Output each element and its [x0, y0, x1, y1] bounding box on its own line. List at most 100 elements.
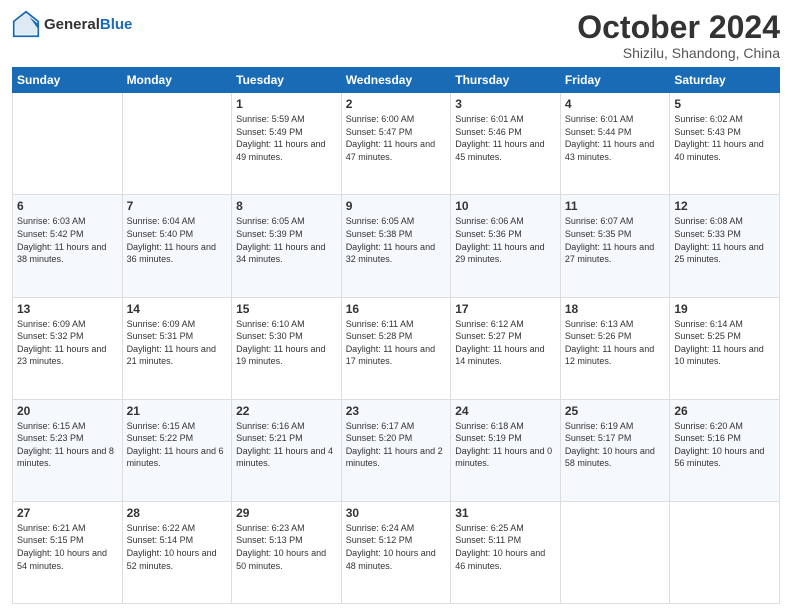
day-number: 29 — [236, 506, 337, 520]
day-number: 10 — [455, 199, 556, 213]
daylight-text: Daylight: 11 hours and 17 minutes. — [346, 343, 447, 368]
cell-content: Sunrise: 6:15 AMSunset: 5:23 PMDaylight:… — [17, 420, 118, 470]
table-row: 2Sunrise: 6:00 AMSunset: 5:47 PMDaylight… — [341, 93, 451, 195]
sunrise-text: Sunrise: 6:04 AM — [127, 215, 228, 228]
sunrise-text: Sunrise: 6:09 AM — [127, 318, 228, 331]
table-row: 19Sunrise: 6:14 AMSunset: 5:25 PMDayligh… — [670, 297, 780, 399]
daylight-text: Daylight: 11 hours and 4 minutes. — [236, 445, 337, 470]
title-block: October 2024 Shizilu, Shandong, China — [577, 10, 780, 61]
daylight-text: Daylight: 11 hours and 36 minutes. — [127, 241, 228, 266]
day-number: 25 — [565, 404, 666, 418]
sunrise-text: Sunrise: 6:01 AM — [455, 113, 556, 126]
table-row — [13, 93, 123, 195]
cell-content: Sunrise: 6:17 AMSunset: 5:20 PMDaylight:… — [346, 420, 447, 470]
sunset-text: Sunset: 5:46 PM — [455, 126, 556, 139]
daylight-text: Daylight: 11 hours and 27 minutes. — [565, 241, 666, 266]
table-row: 5Sunrise: 6:02 AMSunset: 5:43 PMDaylight… — [670, 93, 780, 195]
day-number: 7 — [127, 199, 228, 213]
table-row: 3 Sunrise: 6:01 AMSunset: 5:46 PMDaylight… — [451, 93, 561, 195]
sunrise-text: Sunrise: 6:00 AM — [346, 113, 447, 126]
sunset-text: Sunset: 5:33 PM — [674, 228, 775, 241]
daylight-text: Daylight: 11 hours and 32 minutes. — [346, 241, 447, 266]
table-row: 15 Sunrise: 6:10 AMSunset: 5:30 PMDayligh… — [232, 297, 342, 399]
day-number: 16 — [346, 302, 447, 316]
sunrise-text: Sunrise: 6:15 AM — [17, 420, 118, 433]
sunrise-text: Sunrise: 6:24 AM — [346, 522, 447, 535]
sunrise-text: Sunrise: 6:23 AM — [236, 522, 337, 535]
calendar-week-3: 20Sunrise: 6:15 AMSunset: 5:23 PMDayligh… — [13, 399, 780, 501]
cell-content: Sunrise: 6:04 AMSunset: 5:40 PMDaylight:… — [127, 215, 228, 265]
sunset-text: Sunset: 5:44 PM — [565, 126, 666, 139]
cell-content: Sunrise: 6:23 AMSunset: 5:13 PMDaylight:… — [236, 522, 337, 572]
table-row: 30Sunrise: 6:24 AMSunset: 5:12 PMDayligh… — [341, 501, 451, 603]
day-number: 31 — [455, 506, 556, 520]
col-thursday: Thursday — [451, 68, 561, 93]
sunrise-text: Sunrise: 6:02 AM — [674, 113, 775, 126]
sunrise-text: Sunrise: 6:12 AM — [455, 318, 556, 331]
daylight-text: Daylight: 11 hours and 2 minutes. — [346, 445, 447, 470]
table-row: 12Sunrise: 6:08 AMSunset: 5:33 PMDayligh… — [670, 195, 780, 297]
daylight-text: Daylight: 11 hours and 49 minutes. — [236, 138, 337, 163]
sunrise-text: Sunrise: 6:19 AM — [565, 420, 666, 433]
sunset-text: Sunset: 5:26 PM — [565, 330, 666, 343]
sunset-text: Sunset: 5:14 PM — [127, 534, 228, 547]
location: Shizilu, Shandong, China — [577, 45, 780, 61]
table-row: 25Sunrise: 6:19 AMSunset: 5:17 PMDayligh… — [560, 399, 670, 501]
sunset-text: Sunset: 5:20 PM — [346, 432, 447, 445]
table-row: 11Sunrise: 6:07 AMSunset: 5:35 PMDayligh… — [560, 195, 670, 297]
sunrise-text: Sunrise: 6:25 AM — [455, 522, 556, 535]
cell-content: Sunrise: 6:25 AMSunset: 5:11 PMDaylight:… — [455, 522, 556, 572]
logo-general: General — [44, 16, 100, 33]
daylight-text: Daylight: 11 hours and 40 minutes. — [674, 138, 775, 163]
daylight-text: Daylight: 11 hours and 6 minutes. — [127, 445, 228, 470]
day-number: 1 — [236, 97, 337, 111]
sunrise-text: Sunrise: 6:05 AM — [346, 215, 447, 228]
col-sunday: Sunday — [13, 68, 123, 93]
day-number: 8 — [236, 199, 337, 213]
sunrise-text: Sunrise: 6:18 AM — [455, 420, 556, 433]
sunrise-text: Sunrise: 6:14 AM — [674, 318, 775, 331]
sunset-text: Sunset: 5:35 PM — [565, 228, 666, 241]
cell-content: Sunrise: 5:59 AMSunset: 5:49 PMDaylight:… — [236, 113, 337, 163]
sunrise-text: Sunrise: 6:11 AM — [346, 318, 447, 331]
daylight-text: Daylight: 11 hours and 10 minutes. — [674, 343, 775, 368]
table-row: 28Sunrise: 6:22 AMSunset: 5:14 PMDayligh… — [122, 501, 232, 603]
calendar-header-row: Sunday Monday Tuesday Wednesday Thursday… — [13, 68, 780, 93]
day-number: 15 — [236, 302, 337, 316]
daylight-text: Daylight: 11 hours and 45 minutes. — [455, 138, 556, 163]
sunset-text: Sunset: 5:49 PM — [236, 126, 337, 139]
cell-content: Sunrise: 6:15 AMSunset: 5:22 PMDaylight:… — [127, 420, 228, 470]
day-number: 30 — [346, 506, 447, 520]
table-row: 20Sunrise: 6:15 AMSunset: 5:23 PMDayligh… — [13, 399, 123, 501]
sunrise-text: Sunrise: 6:15 AM — [127, 420, 228, 433]
cell-content: Sunrise: 6:10 AMSunset: 5:30 PMDaylight:… — [236, 318, 337, 368]
sunrise-text: Sunrise: 6:13 AM — [565, 318, 666, 331]
cell-content: Sunrise: 6:05 AMSunset: 5:39 PMDaylight:… — [236, 215, 337, 265]
cell-content: Sunrise: 6:18 AMSunset: 5:19 PMDaylight:… — [455, 420, 556, 470]
daylight-text: Daylight: 11 hours and 14 minutes. — [455, 343, 556, 368]
sunrise-text: Sunrise: 6:09 AM — [17, 318, 118, 331]
daylight-text: Daylight: 10 hours and 52 minutes. — [127, 547, 228, 572]
day-number: 22 — [236, 404, 337, 418]
cell-content: Sunrise: 6:14 AMSunset: 5:25 PMDaylight:… — [674, 318, 775, 368]
sunset-text: Sunset: 5:21 PM — [236, 432, 337, 445]
logo-icon — [12, 10, 40, 38]
sunrise-text: Sunrise: 6:06 AM — [455, 215, 556, 228]
sunset-text: Sunset: 5:39 PM — [236, 228, 337, 241]
daylight-text: Daylight: 11 hours and 12 minutes. — [565, 343, 666, 368]
daylight-text: Daylight: 11 hours and 25 minutes. — [674, 241, 775, 266]
daylight-text: Daylight: 11 hours and 19 minutes. — [236, 343, 337, 368]
cell-content: Sunrise: 6:02 AMSunset: 5:43 PMDaylight:… — [674, 113, 775, 163]
table-row: 27Sunrise: 6:21 AMSunset: 5:15 PMDayligh… — [13, 501, 123, 603]
sunset-text: Sunset: 5:17 PM — [565, 432, 666, 445]
cell-content: Sunrise: 6:13 AMSunset: 5:26 PMDaylight:… — [565, 318, 666, 368]
sunrise-text: Sunrise: 6:03 AM — [17, 215, 118, 228]
sunset-text: Sunset: 5:32 PM — [17, 330, 118, 343]
sunrise-text: Sunrise: 6:10 AM — [236, 318, 337, 331]
day-number: 18 — [565, 302, 666, 316]
sunset-text: Sunset: 5:15 PM — [17, 534, 118, 547]
day-number: 3 — [455, 97, 556, 111]
calendar-table: Sunday Monday Tuesday Wednesday Thursday… — [12, 67, 780, 604]
cell-content: Sunrise: 6:05 AMSunset: 5:38 PMDaylight:… — [346, 215, 447, 265]
day-number: 27 — [17, 506, 118, 520]
